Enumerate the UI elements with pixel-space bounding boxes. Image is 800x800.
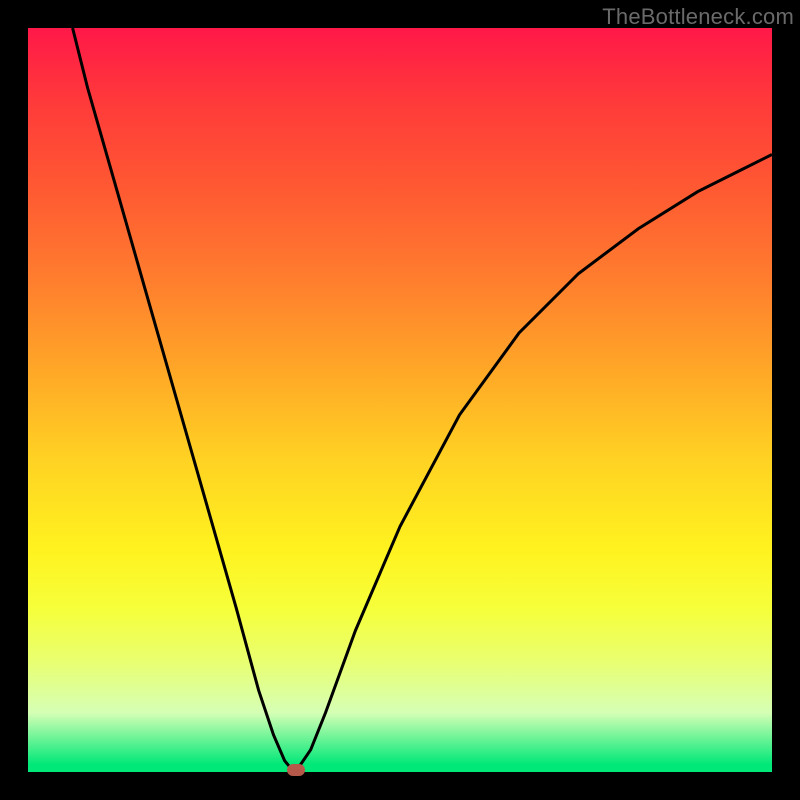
chart-frame: TheBottleneck.com: [0, 0, 800, 800]
bottleneck-curve: [28, 28, 772, 772]
curve-path: [73, 28, 772, 770]
minimum-marker: [287, 764, 305, 776]
plot-area: [28, 28, 772, 772]
watermark-text: TheBottleneck.com: [602, 4, 794, 30]
